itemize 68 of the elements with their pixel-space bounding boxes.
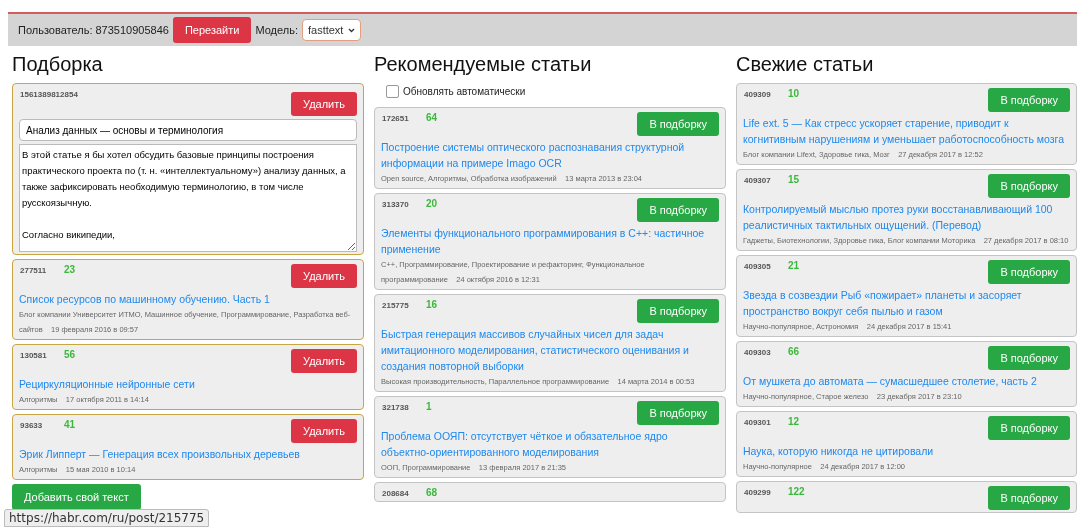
relogin-button[interactable]: Перезайти (172, 17, 252, 43)
article-id: 409305 (744, 261, 772, 272)
section-heading: Рекомендуемые статьи (374, 52, 593, 76)
add-to-selection-button[interactable]: В подборку (988, 416, 1070, 440)
article-score: 56 (64, 349, 77, 361)
delete-button[interactable]: Удалить (291, 349, 357, 373)
add-text-button[interactable]: Добавить свой текст (12, 484, 141, 510)
article-score: 122 (788, 486, 806, 498)
article-id: 277511 (20, 265, 48, 276)
article-id: 409303 (744, 347, 772, 358)
article-score: 1 (426, 401, 433, 413)
article-score: 41 (64, 419, 77, 431)
article-id: 215775 (382, 300, 410, 311)
article-id: 321738 (382, 402, 410, 413)
text-field[interactable]: В этой статье я бы хотел обсудить базовые принципы построения практического проекта по (т. н. «интеллектуальному») анализу данных, а также зафиксировать необходимую терминологию, в том числе русскоязычную. Согласно википедии, (19, 144, 357, 252)
status-url: https://habr.com/ru/post/215775 (4, 509, 210, 527)
article-id: 409301 (744, 417, 772, 428)
article-id: 208684 (382, 488, 410, 499)
article-score: 64 (426, 112, 439, 124)
user-label: Пользователь: 873510905846 (18, 24, 169, 36)
add-to-selection-button[interactable]: В подборку (637, 198, 719, 222)
article-score: 12 (788, 416, 801, 428)
model-label: Модель: (255, 24, 298, 36)
text-id: 1561389812854 (20, 89, 78, 100)
article-id: 313370 (382, 199, 410, 210)
chevron-down-icon (348, 27, 356, 33)
article-title[interactable]: Быстрая генерация массивов случайных чисел для задач имитационного моделирования, статистического оценивания и создания повторной выборки (381, 326, 719, 374)
article-id: 130581 (20, 350, 48, 361)
article-score: 10 (788, 88, 801, 100)
article-title[interactable]: Наука, которую никогда не цитировали (743, 443, 1070, 459)
title-field[interactable]: Анализ данных — основы и терминология (19, 119, 357, 141)
article-score: 66 (788, 346, 801, 358)
article-score: 16 (426, 299, 439, 311)
article-title[interactable]: Эрик Липперт — Генерация всех произвольных деревьев (19, 446, 357, 462)
add-to-selection-button[interactable]: В подборку (988, 88, 1070, 112)
add-to-selection-button[interactable]: В подборку (988, 486, 1070, 510)
add-to-selection-button[interactable]: В подборку (988, 174, 1070, 198)
article-id: 172651 (382, 113, 410, 124)
delete-button[interactable]: Удалить (291, 419, 357, 443)
article-title[interactable]: Рециркуляционные нейронные сети (19, 376, 357, 392)
article-score: 23 (64, 264, 77, 276)
model-select[interactable]: fasttext (301, 19, 362, 41)
article-title[interactable]: От мушкета до автомата — сумасшедшее столетие, часть 2 (743, 373, 1070, 389)
article-id: 409299 (744, 487, 772, 498)
add-to-selection-button[interactable]: В подборку (637, 299, 719, 323)
article-title[interactable]: Проблема ООЯП: отсутствует чёткое и обязательное ядро объектно-ориентированного моделирования (381, 428, 719, 460)
article-title[interactable]: Контролируемый мыслью протез руки восстанавливающий 100 реалистичных тактильных ощущений. (Перевод) (743, 201, 1070, 233)
article-title[interactable]: Звезда в созвездии Рыб «пожирает» планеты и засоряет пространство вокруг себя пылью и газом (743, 287, 1070, 319)
add-to-selection-button[interactable]: В подборку (637, 112, 719, 136)
delete-button[interactable]: Удалить (291, 264, 357, 288)
add-to-selection-button[interactable]: В подборку (988, 346, 1070, 370)
article-title[interactable]: Элементы функционального программирования в C++: частичное применение (381, 225, 719, 257)
article-score: 68 (426, 487, 439, 499)
delete-button[interactable]: Удалить (291, 92, 357, 116)
article-title[interactable]: Построение системы оптического распознавания структурной информации на примере Imago OCR (381, 139, 719, 171)
article-title[interactable]: Список ресурсов по машинному обучению. Часть 1 (19, 291, 357, 307)
section-heading: Свежие статьи (736, 52, 875, 76)
add-to-selection-button[interactable]: В подборку (988, 260, 1070, 284)
article-title[interactable]: Life ext. 5 — Как стресс ускоряет старение, приводит к когнитивным нарушениям и уменьшает работоспособность мозга (743, 115, 1070, 147)
article-score: 15 (788, 174, 801, 186)
article-score: 21 (788, 260, 801, 272)
article-score: 20 (426, 198, 439, 210)
article-id: 93633 (20, 420, 44, 431)
section-heading: Подборка (12, 52, 104, 76)
article-id: 409309 (744, 89, 772, 100)
add-to-selection-button[interactable]: В подборку (637, 401, 719, 425)
auto-update-checkbox[interactable]: Обновлять автоматически (386, 85, 726, 98)
article-id: 409307 (744, 175, 772, 186)
